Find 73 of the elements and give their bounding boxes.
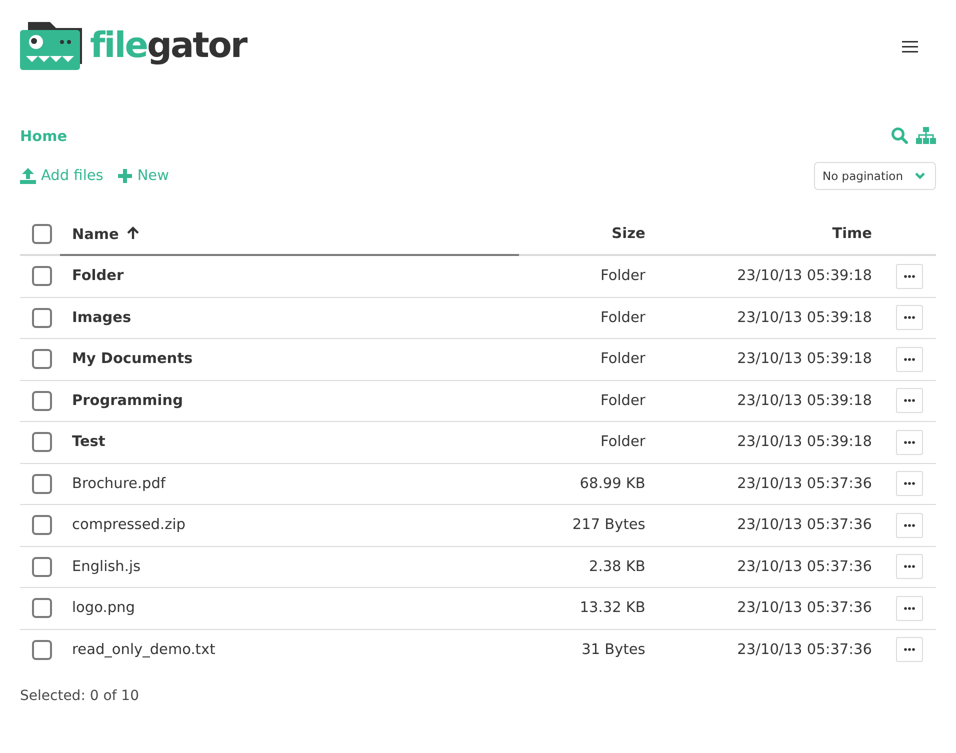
more-button[interactable] xyxy=(896,305,923,330)
ellipsis-icon xyxy=(904,648,915,652)
pagination-dropdown[interactable]: No pagination xyxy=(814,162,936,190)
size-cell: Folder xyxy=(519,297,658,338)
more-button[interactable] xyxy=(896,388,923,414)
ellipsis-icon xyxy=(904,440,915,444)
row-checkbox[interactable] xyxy=(32,598,52,618)
more-button[interactable] xyxy=(896,471,923,496)
row-checkbox[interactable] xyxy=(32,349,52,370)
upload-icon xyxy=(20,168,36,184)
file-name[interactable]: compressed.zip xyxy=(60,504,519,546)
time-cell: 23/10/13 05:39:18 xyxy=(657,380,884,422)
logo-wordmark: filegator xyxy=(90,26,246,66)
time-cell: 23/10/13 05:37:36 xyxy=(657,463,884,504)
row-checkbox[interactable] xyxy=(32,474,52,494)
row-checkbox[interactable] xyxy=(32,640,52,660)
ellipsis-icon xyxy=(904,606,915,610)
row-checkbox[interactable] xyxy=(32,556,52,577)
ellipsis-icon xyxy=(904,565,915,568)
row-checkbox[interactable] xyxy=(32,390,52,411)
size-cell: Folder xyxy=(519,255,658,297)
ellipsis-icon xyxy=(904,399,915,402)
ellipsis-icon xyxy=(904,524,915,527)
file-name[interactable]: English.js xyxy=(60,546,519,588)
more-button[interactable] xyxy=(896,512,923,538)
time-cell: 23/10/13 05:37:36 xyxy=(657,588,884,629)
more-button[interactable] xyxy=(896,596,923,621)
ellipsis-icon xyxy=(904,482,915,486)
column-header[interactable]: Size xyxy=(519,214,658,255)
more-button[interactable] xyxy=(896,554,923,580)
selection-status: Selected: 0 of 10 xyxy=(20,688,140,704)
folder-name[interactable]: Test xyxy=(60,422,519,463)
size-cell: Folder xyxy=(519,422,658,463)
column-header[interactable]: Time xyxy=(657,214,884,255)
time-cell: 23/10/13 05:37:36 xyxy=(657,504,884,546)
more-button[interactable] xyxy=(896,430,923,455)
ellipsis-icon xyxy=(904,274,915,278)
time-cell: 23/10/13 05:39:18 xyxy=(657,422,884,463)
menu-icon[interactable] xyxy=(902,41,918,53)
row-checkbox[interactable] xyxy=(32,432,52,452)
file-name[interactable]: Brochure.pdf xyxy=(60,463,519,504)
time-cell: 23/10/13 05:39:18 xyxy=(657,338,884,380)
more-button[interactable] xyxy=(896,637,923,662)
size-cell: 13.32 KB xyxy=(519,588,658,629)
more-button[interactable] xyxy=(896,346,923,372)
time-cell: 23/10/13 05:39:18 xyxy=(657,297,884,338)
time-cell: 23/10/13 05:37:36 xyxy=(657,546,884,588)
size-cell: Folder xyxy=(519,380,658,422)
size-cell: Folder xyxy=(519,338,658,380)
search-icon[interactable] xyxy=(891,126,908,144)
row-checkbox[interactable] xyxy=(32,266,52,286)
ellipsis-icon xyxy=(904,316,915,320)
chevron-down-icon xyxy=(915,172,925,180)
folder-name[interactable]: Folder xyxy=(60,255,519,297)
size-cell: 2.38 KB xyxy=(519,546,658,588)
row-checkbox[interactable] xyxy=(32,515,52,536)
file-name[interactable]: logo.png xyxy=(60,588,519,629)
select-all-checkbox[interactable] xyxy=(32,224,52,244)
folder-name[interactable]: Programming xyxy=(60,380,519,422)
plus-icon xyxy=(118,169,132,183)
ellipsis-icon xyxy=(904,358,915,361)
column-header[interactable]: Name xyxy=(60,214,519,255)
row-checkbox[interactable] xyxy=(32,308,52,328)
file-name[interactable]: read_only_demo.txt xyxy=(60,629,519,670)
time-cell: 23/10/13 05:37:36 xyxy=(657,629,884,670)
time-cell: 23/10/13 05:39:18 xyxy=(657,255,884,297)
folder-name[interactable]: My Documents xyxy=(60,338,519,380)
size-cell: 217 Bytes xyxy=(519,504,658,546)
size-cell: 68.99 KB xyxy=(519,463,658,504)
folder-name[interactable]: Images xyxy=(60,297,519,338)
more-button[interactable] xyxy=(896,264,923,289)
sitemap-icon[interactable] xyxy=(916,126,936,144)
size-cell: 31 Bytes xyxy=(519,629,658,670)
